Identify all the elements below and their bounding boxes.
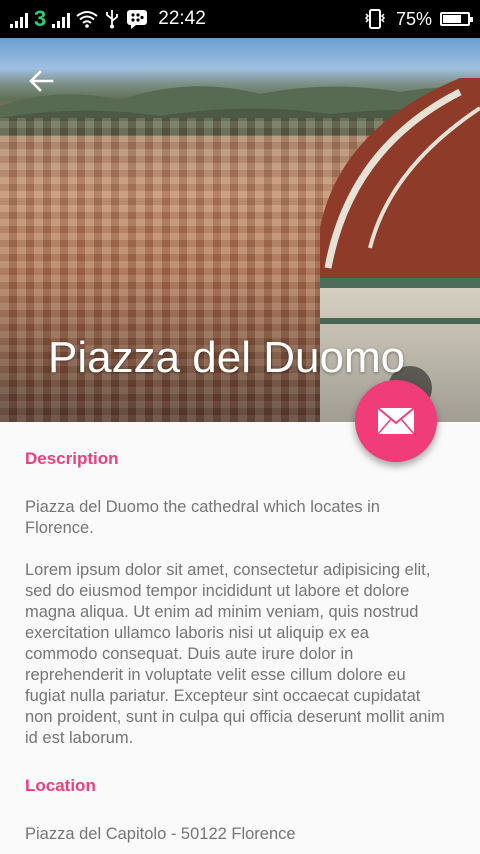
page-title: Piazza del Duomo	[48, 333, 406, 382]
battery-icon	[440, 12, 473, 26]
description-intro: Piazza del Duomo the cathedral which loc…	[25, 498, 380, 537]
description-body: Lorem ipsum dolor sit amet, consectetur …	[25, 561, 445, 747]
location-text: Piazza del Capitolo - 50122 Florence	[25, 825, 296, 843]
hero-image: Piazza del Duomo	[0, 38, 480, 422]
arrow-back-icon[interactable]	[26, 66, 56, 96]
signal-icon	[10, 10, 28, 28]
wifi-icon	[76, 11, 98, 28]
location-heading: Location	[25, 776, 96, 795]
details-content: Description Piazza del Duomo the cathedr…	[25, 440, 445, 845]
signal-icon	[52, 10, 71, 28]
usb-icon	[106, 10, 119, 29]
battery-percent: 75%	[395, 8, 432, 29]
clock: 22:42	[158, 8, 206, 29]
description-heading: Description	[25, 449, 119, 468]
blackberry-messenger-icon	[127, 10, 148, 29]
mail-icon	[377, 407, 415, 435]
carrier-icon: 3	[34, 6, 47, 31]
status-bar: 3 22:42 75%	[0, 0, 480, 38]
vibrate-icon	[364, 9, 386, 29]
